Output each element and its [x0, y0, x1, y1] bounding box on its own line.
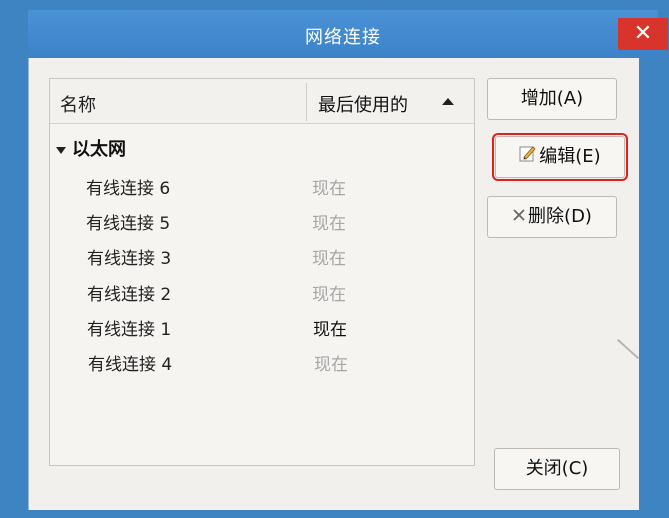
connection-name: 有线连接 2	[87, 285, 172, 305]
connection-name: 有线连接 4	[88, 355, 173, 375]
connection-last-used: 现在	[312, 249, 346, 269]
edit-button[interactable]: 编辑(E)	[492, 133, 628, 181]
connection-last-used: 现在	[312, 285, 346, 305]
connection-last-used: 现在	[312, 179, 346, 199]
x-icon	[512, 197, 526, 237]
connection-list[interactable]: 名称 最后使用的 以太网 有线连接 6 现在 有线连接 5 现在 有线连接 3 …	[49, 78, 475, 466]
list-item[interactable]: 有线连接 4 现在	[50, 345, 474, 379]
close-button-label: 关闭(C)	[525, 458, 589, 479]
dialog-body: 名称 最后使用的 以太网 有线连接 6 现在 有线连接 5 现在 有线连接 3 …	[28, 58, 640, 510]
close-icon: ✕	[633, 21, 653, 46]
close-button[interactable]: 关闭(C)	[494, 448, 620, 490]
close-window-button[interactable]: ✕	[618, 18, 668, 50]
connection-name: 有线连接 5	[86, 214, 171, 234]
connection-last-used: 现在	[312, 214, 346, 234]
column-header-name[interactable]: 名称	[60, 91, 96, 117]
edit-button-label: 编辑(E)	[539, 146, 601, 167]
list-item[interactable]: 有线连接 6 现在	[50, 169, 474, 203]
list-item[interactable]: 有线连接 1 现在	[50, 310, 474, 344]
sort-ascending-icon	[442, 98, 454, 105]
connection-name: 有线连接 6	[86, 179, 171, 199]
add-button-label: 增加(A)	[520, 88, 584, 109]
connection-last-used: 现在	[313, 320, 347, 340]
group-ethernet[interactable]: 以太网	[56, 135, 126, 161]
connection-name: 有线连接 3	[87, 249, 172, 269]
list-item[interactable]: 有线连接 5 现在	[50, 204, 474, 238]
decorative-stroke	[616, 338, 640, 360]
group-label: 以太网	[72, 139, 126, 160]
delete-button-label: 删除(D)	[528, 206, 592, 227]
column-header-last-used[interactable]: 最后使用的	[318, 91, 408, 117]
list-header: 名称 最后使用的	[50, 79, 474, 124]
expand-arrow-icon[interactable]	[56, 146, 66, 154]
connection-name: 有线连接 1	[87, 320, 172, 340]
window-titlebar: 网络连接 ✕	[28, 10, 668, 60]
connection-last-used: 现在	[314, 355, 348, 375]
window-title: 网络连接	[305, 27, 381, 48]
add-button[interactable]: 增加(A)	[487, 78, 617, 120]
column-divider	[306, 83, 307, 121]
delete-button[interactable]: 删除(D)	[487, 196, 617, 238]
pencil-icon	[519, 137, 537, 177]
list-item[interactable]: 有线连接 2 现在	[50, 275, 474, 309]
list-item[interactable]: 有线连接 3 现在	[50, 239, 474, 273]
